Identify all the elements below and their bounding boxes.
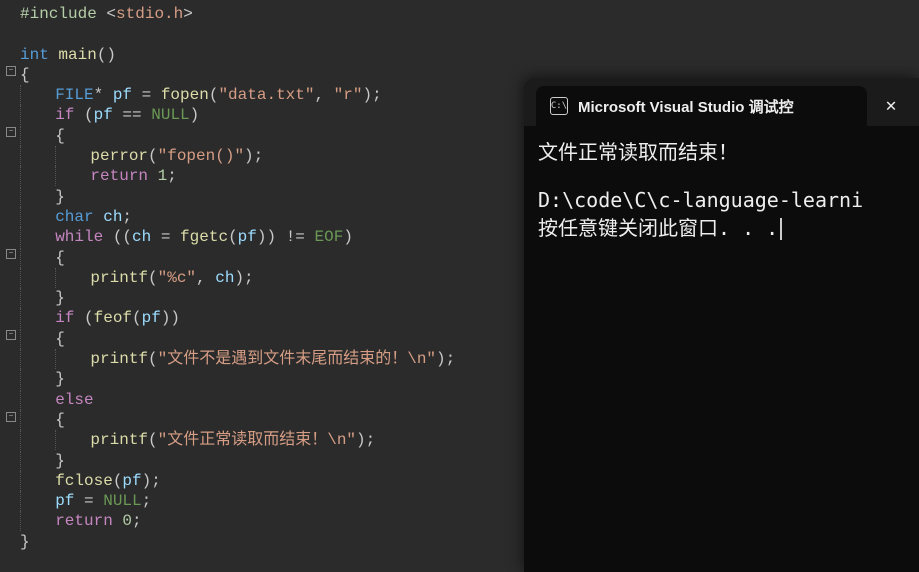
close-button[interactable]: ✕: [875, 90, 907, 122]
gutter: − − − − −: [0, 0, 18, 572]
console-titlebar[interactable]: C:\ Microsoft Visual Studio 调试控 ✕: [524, 78, 919, 126]
fold-if-icon[interactable]: −: [6, 127, 16, 137]
cmd-icon: C:\: [550, 97, 568, 115]
console-prompt-line: 按任意键关闭此窗口. . .: [538, 214, 905, 242]
close-icon: ✕: [886, 95, 897, 117]
fold-else-icon[interactable]: −: [6, 412, 16, 422]
code-line: #include <stdio.h>: [20, 4, 919, 24]
console-output-line: 文件正常读取而结束！: [538, 138, 905, 166]
code-line: int main(): [20, 45, 919, 65]
fold-main-icon[interactable]: −: [6, 66, 16, 76]
console-body[interactable]: 文件正常读取而结束！ D:\code\C\c-language-learni 按…: [524, 126, 919, 254]
console-tab[interactable]: C:\ Microsoft Visual Studio 调试控: [536, 86, 867, 126]
console-output-line: D:\code\C\c-language-learni: [538, 186, 905, 214]
fold-feof-icon[interactable]: −: [6, 330, 16, 340]
text-cursor-icon: [780, 218, 782, 240]
debug-console-window[interactable]: C:\ Microsoft Visual Studio 调试控 ✕ 文件正常读取…: [524, 78, 919, 572]
fold-while-icon[interactable]: −: [6, 249, 16, 259]
console-title: Microsoft Visual Studio 调试控: [578, 96, 794, 117]
